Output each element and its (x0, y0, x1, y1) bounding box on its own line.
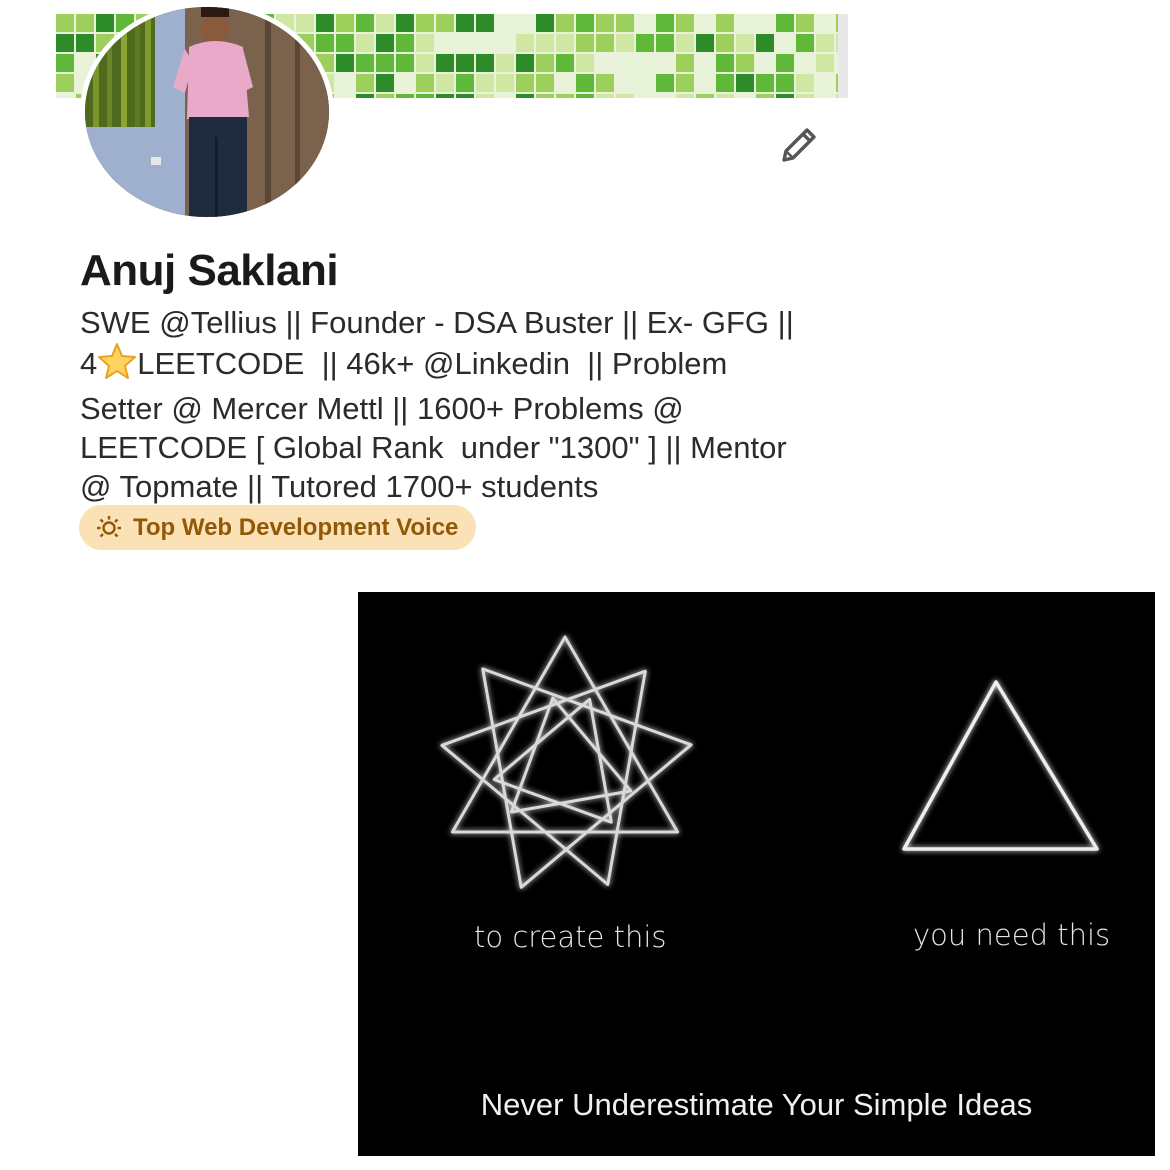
headline-line: LEETCODE [ Global Rank under "1300" ] ||… (80, 430, 787, 465)
edit-profile-button[interactable] (774, 122, 822, 170)
caption-bottom: Never Underestimate Your Simple Ideas (480, 1087, 1033, 1122)
headline-star-prefix: 4 (80, 346, 98, 381)
profile-avatar[interactable] (80, 2, 334, 222)
headline-line: SWE @Tellius || Founder - DSA Buster || … (80, 305, 794, 340)
badge-label: Top Web Development Voice (133, 513, 459, 541)
caption-left: to create this (474, 920, 667, 954)
top-voice-badge[interactable]: Top Web Development Voice (79, 505, 477, 550)
headline-line: 4 LEETCODE || 46k+ @Linkedin || Problem (80, 342, 840, 389)
post-art (440, 635, 1099, 889)
lightbulb-icon (97, 515, 121, 537)
post-image[interactable]: to create this you need this Never Under… (358, 592, 1155, 1156)
avatar-photo (85, 7, 329, 217)
profile-name: Anuj Saklani (80, 246, 339, 295)
caption-right: you need this (913, 918, 1111, 952)
complex-star-shape (440, 635, 693, 889)
star-icon (97, 342, 137, 389)
headline-line: Setter @ Mercer Mettl || 1600+ Problems … (80, 391, 684, 426)
pencil-icon (782, 128, 816, 162)
banner-scroll-edge (838, 14, 848, 98)
profile-headline: SWE @Tellius || Founder - DSA Buster || … (80, 303, 840, 506)
headline-line: @ Topmate || Tutored 1700+ students (80, 469, 599, 504)
simple-triangle-shape (902, 680, 1099, 851)
